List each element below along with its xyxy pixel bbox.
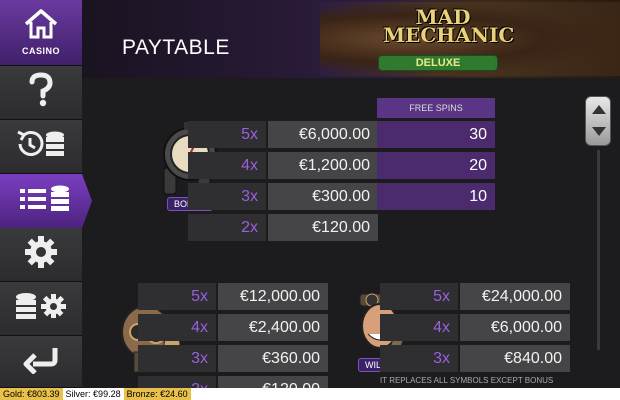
history-button[interactable] (0, 120, 82, 174)
payout-amount: €24,000.00 (460, 283, 570, 310)
payout-amount: €120.00 (268, 214, 378, 241)
free-spins-3x: 10 (377, 183, 495, 210)
wild-row-3x: 3x €840.00 (380, 345, 570, 372)
gear-icon (24, 235, 58, 274)
multiplier: 3x (188, 183, 266, 210)
wild-row-5x: 5x €24,000.00 (380, 283, 570, 310)
wild-row-4x: 4x €6,000.00 (380, 314, 570, 341)
jackpot-silver: Silver: €99.28 (65, 389, 121, 399)
game-logo-deluxe: DELUXE (378, 55, 498, 71)
paytable-list-icon (18, 182, 74, 221)
question-mark-icon (26, 72, 56, 113)
payout-amount: €1,200.00 (268, 152, 378, 179)
sidebar: CASINO (0, 0, 92, 388)
multiplier: 3x (138, 345, 216, 372)
payout-amount: €360.00 (218, 345, 328, 372)
bet-settings-button[interactable] (0, 282, 82, 336)
paytable-button[interactable] (0, 174, 92, 228)
scroll-buttons[interactable] (585, 96, 611, 146)
back-button[interactable] (0, 336, 82, 388)
multiplier: 5x (188, 121, 266, 148)
header: PAYTABLE (82, 0, 620, 78)
game-logo: MAD MECHANIC (383, 5, 515, 47)
bonus-row-4x: 4x €1,200.00 (188, 152, 378, 179)
free-spins-5x: 30 (377, 121, 495, 148)
robot-row-5x: 5x €12,000.00 (138, 283, 328, 310)
payout-amount: €12,000.00 (218, 283, 328, 310)
robot-row-3x: 3x €360.00 (138, 345, 328, 372)
payout-amount: €2,400.00 (218, 314, 328, 341)
robot-row-4x: 4x €2,400.00 (138, 314, 328, 341)
scrollbar-track[interactable] (597, 150, 600, 350)
payout-amount: €6,000.00 (460, 314, 570, 341)
multiplier: 3x (380, 345, 458, 372)
bonus-row-3x: 3x €300.00 (188, 183, 378, 210)
free-spins-header: FREE SPINS (377, 98, 495, 118)
bonus-row-2x: 2x €120.00 (188, 214, 378, 241)
payout-amount: €300.00 (268, 183, 378, 210)
wild-description: IT REPLACES ALL SYMBOLS EXCEPT BONUS (380, 376, 554, 385)
settings-button[interactable] (0, 228, 82, 282)
casino-home-button[interactable]: CASINO (0, 0, 82, 66)
multiplier: 4x (188, 152, 266, 179)
jackpot-bronze: Bronze: €24.60 (123, 388, 191, 400)
multiplier: 4x (138, 314, 216, 341)
scroll-up-icon[interactable] (592, 105, 606, 114)
jackpot-bar: Gold: €803.39 Silver: €99.28 Bronze: €24… (0, 388, 620, 400)
scroll-down-icon[interactable] (592, 127, 606, 136)
multiplier: 4x (380, 314, 458, 341)
help-button[interactable] (0, 66, 82, 120)
free-spins-4x: 20 (377, 152, 495, 179)
page-title: PAYTABLE (122, 36, 230, 59)
multiplier: 5x (138, 283, 216, 310)
payout-amount: €840.00 (460, 345, 570, 372)
jackpot-gold: Gold: €803.39 (0, 388, 63, 400)
bonus-row-5x: 5x €6,000.00 (188, 121, 378, 148)
casino-label: CASINO (21, 46, 60, 56)
payout-amount: €6,000.00 (268, 121, 378, 148)
coins-gear-icon (14, 289, 68, 328)
multiplier: 2x (188, 214, 266, 241)
house-icon (23, 9, 59, 44)
back-arrow-icon (21, 344, 61, 379)
multiplier: 5x (380, 283, 458, 310)
history-coins-icon (15, 127, 67, 166)
